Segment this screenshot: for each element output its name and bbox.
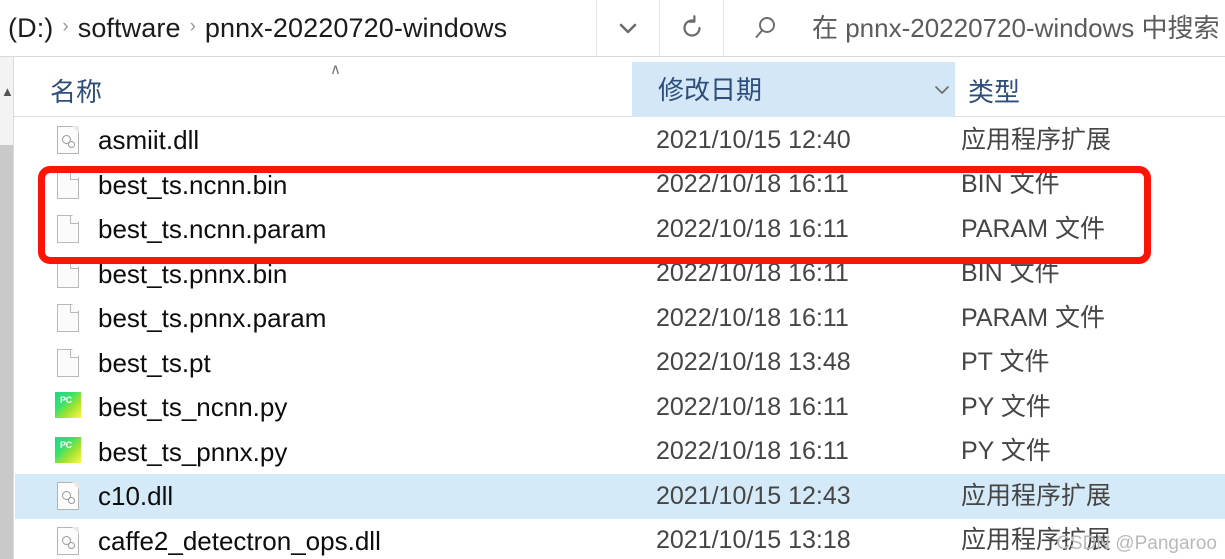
file-list: asmiit.dll 2021/10/15 12:40 应用程序扩展 best_…	[15, 118, 1225, 559]
column-header-name[interactable]: 名称	[50, 62, 102, 122]
file-date: 2022/10/18 13:48	[656, 348, 851, 377]
file-name: best_ts.ncnn.bin	[98, 169, 288, 200]
table-row[interactable]: best_ts.ncnn.param 2022/10/18 16:11 PARA…	[15, 207, 1225, 252]
search-box[interactable]: 在 pnnx-20220720-windows 中搜索	[724, 0, 1225, 56]
file-name: best_ts.ncnn.param	[98, 214, 327, 245]
left-panel-glyph-icon: ▲	[1, 84, 14, 99]
file-date: 2021/10/15 12:40	[656, 125, 851, 154]
document-icon	[52, 212, 82, 246]
chevron-down-icon	[935, 85, 949, 94]
watermark-text: CSDN @Pangaroo	[1056, 533, 1217, 554]
file-type: PARAM 文件	[961, 303, 1105, 332]
breadcrumb[interactable]: (D:) › software › pnnx-20220720-windows	[0, 0, 597, 56]
file-date: 2022/10/18 16:11	[656, 170, 849, 199]
column-header-date-label: 修改日期	[658, 74, 763, 105]
address-dropdown-button[interactable]	[597, 0, 660, 56]
file-type: BIN 文件	[961, 170, 1060, 199]
table-row[interactable]: PC best_ts_ncnn.py 2022/10/18 16:11 PY 文…	[15, 385, 1225, 430]
left-panel-edge: ▲	[0, 57, 14, 559]
column-header-name-label: 名称	[50, 77, 103, 107]
table-row[interactable]: best_ts.ncnn.bin 2022/10/18 16:11 BIN 文件	[15, 163, 1225, 208]
document-icon	[52, 301, 82, 335]
breadcrumb-item-software[interactable]: software	[78, 14, 181, 42]
search-input-placeholder[interactable]: 在 pnnx-20220720-windows 中搜索	[812, 15, 1220, 41]
breadcrumb-item-current-folder[interactable]: pnnx-20220720-windows	[205, 14, 507, 42]
file-date: 2022/10/18 16:11	[656, 392, 849, 421]
file-name: c10.dll	[98, 481, 174, 512]
file-name: caffe2_detectron_ops.dll	[98, 525, 381, 556]
sort-ascending-icon: ∧	[330, 61, 341, 78]
search-icon	[755, 17, 775, 38]
vertical-scrollbar-thumb[interactable]	[0, 145, 13, 559]
file-date: 2021/10/15 13:18	[656, 526, 851, 555]
file-date: 2022/10/18 16:11	[656, 437, 849, 466]
file-name: best_ts.pnnx.bin	[98, 258, 288, 289]
table-row[interactable]: asmiit.dll 2021/10/15 12:40 应用程序扩展	[15, 118, 1225, 163]
document-icon	[52, 346, 82, 380]
pycharm-py-icon: PC	[52, 390, 82, 424]
file-type: 应用程序扩展	[961, 481, 1112, 510]
breadcrumb-separator-icon: ›	[189, 16, 196, 37]
file-name: asmiit.dll	[98, 125, 200, 156]
dll-icon	[52, 123, 82, 157]
file-name: best_ts.pnnx.param	[98, 303, 327, 334]
file-type: 应用程序扩展	[961, 125, 1112, 154]
file-name: best_ts_pnnx.py	[98, 436, 288, 467]
file-type: PY 文件	[961, 437, 1051, 466]
column-header-bar	[0, 57, 1225, 117]
table-row[interactable]: PC best_ts_pnnx.py 2022/10/18 16:11 PY 文…	[15, 430, 1225, 475]
file-type: BIN 文件	[961, 259, 1060, 288]
chevron-down-icon	[619, 23, 637, 34]
document-icon	[52, 168, 82, 202]
document-icon	[52, 257, 82, 291]
file-type: PY 文件	[961, 392, 1051, 421]
pycharm-py-icon: PC	[52, 434, 82, 469]
column-header-date-modified[interactable]: 修改日期	[632, 62, 955, 117]
refresh-button[interactable]	[660, 0, 724, 56]
column-header-type[interactable]: 类型	[968, 62, 1020, 122]
file-date: 2022/10/18 16:11	[656, 259, 849, 288]
file-date: 2021/10/15 12:43	[656, 481, 851, 510]
column-header-type-label: 类型	[968, 77, 1021, 107]
file-explorer-window: (D:) › software › pnnx-20220720-windows …	[0, 0, 1225, 559]
table-row[interactable]: best_ts.pt 2022/10/18 13:48 PT 文件	[15, 341, 1225, 386]
table-row[interactable]: caffe2_detectron_ops.dll 2021/10/15 13:1…	[15, 519, 1225, 559]
file-date: 2022/10/18 16:11	[656, 303, 849, 332]
column-header-date-sort-chevron[interactable]	[930, 62, 954, 117]
dll-icon	[52, 479, 82, 513]
address-bar: (D:) › software › pnnx-20220720-windows …	[0, 0, 1225, 57]
table-row[interactable]: best_ts.pnnx.bin 2022/10/18 16:11 BIN 文件	[15, 252, 1225, 297]
table-row-selected[interactable]: c10.dll 2021/10/15 12:43 应用程序扩展	[15, 474, 1225, 519]
dll-icon	[52, 524, 82, 558]
file-name: best_ts.pt	[98, 347, 211, 378]
table-row[interactable]: best_ts.pnnx.param 2022/10/18 16:11 PARA…	[15, 296, 1225, 341]
file-type: PT 文件	[961, 348, 1050, 377]
file-name: best_ts_ncnn.py	[98, 392, 288, 423]
breadcrumb-item-drive[interactable]: (D:)	[8, 14, 53, 42]
file-type: PARAM 文件	[961, 214, 1105, 243]
breadcrumb-separator-icon: ›	[62, 16, 69, 37]
file-date: 2022/10/18 16:11	[656, 214, 849, 243]
refresh-icon	[682, 15, 701, 37]
